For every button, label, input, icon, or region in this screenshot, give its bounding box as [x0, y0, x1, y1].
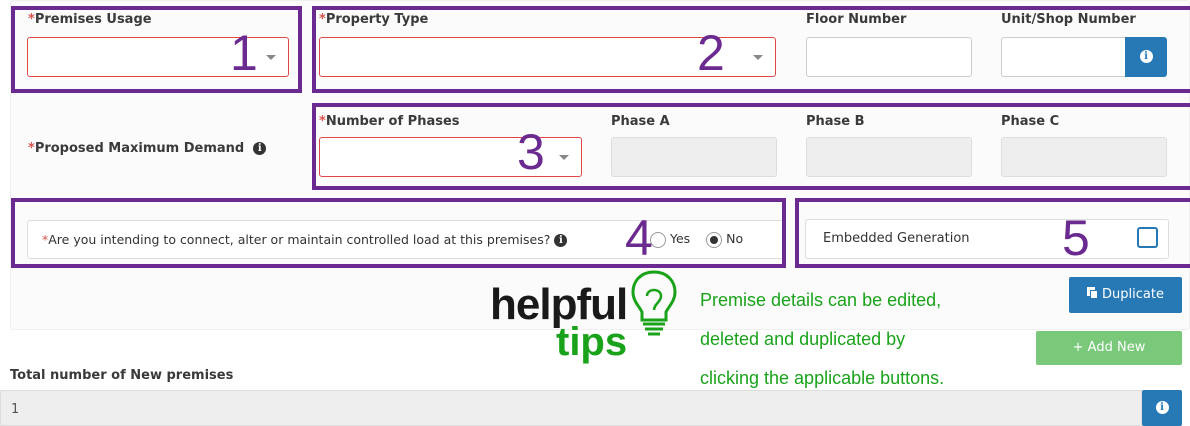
chevron-down-icon	[753, 55, 763, 60]
phase-a-label: Phase A	[611, 114, 670, 129]
annotation-number-5: 5	[1062, 210, 1090, 266]
radio-no[interactable]	[706, 231, 723, 248]
chevron-down-icon	[266, 55, 276, 60]
tip-line-1: Premise details can be edited,	[700, 290, 942, 310]
embedded-generation-checkbox[interactable]	[1137, 227, 1158, 248]
phase-c-input	[1001, 137, 1167, 177]
chevron-down-icon	[559, 155, 569, 160]
tips-logo-word: tips	[556, 320, 628, 364]
tip-line-3: clicking the applicable buttons.	[700, 368, 945, 388]
annotation-number-2: 2	[697, 25, 725, 81]
phase-c-label: Phase C	[1001, 114, 1060, 129]
unit-shop-number-input[interactable]	[1001, 37, 1126, 77]
annotation-number-4: 4	[625, 210, 653, 266]
copy-icon	[1087, 287, 1099, 299]
total-info-button[interactable]: i	[1142, 390, 1182, 426]
annotation-number-1: 1	[230, 25, 258, 81]
embedded-generation-label: Embedded Generation	[823, 231, 970, 246]
info-icon: i	[1155, 401, 1169, 414]
floor-number-input[interactable]	[806, 37, 972, 77]
duplicate-button[interactable]: Duplicate	[1069, 277, 1182, 313]
tip-line-2: deleted and duplicated by	[700, 329, 906, 349]
number-of-phases-label: *Number of Phases	[319, 114, 460, 129]
phase-b-label: Phase B	[806, 114, 865, 129]
radio-no-label: No	[726, 231, 744, 246]
premises-usage-label: *Premises Usage	[28, 12, 152, 27]
controlled-load-question: *Are you intending to connect, alter or …	[42, 232, 568, 247]
embedded-generation-box: Embedded Generation	[805, 219, 1169, 259]
phase-a-input	[611, 137, 777, 177]
floor-number-label: Floor Number	[806, 12, 907, 27]
total-new-premises-label: Total number of New premises	[10, 368, 234, 383]
proposed-max-demand-label: *Proposed Maximum Demand i	[28, 141, 267, 156]
unit-info-button[interactable]: i	[1125, 37, 1167, 77]
lightbulb-icon	[631, 270, 677, 336]
add-new-button[interactable]: + Add New	[1036, 331, 1182, 365]
controlled-load-box: *Are you intending to connect, alter or …	[27, 220, 785, 259]
info-icon[interactable]: i	[253, 142, 267, 155]
total-new-premises-input: 1	[0, 390, 1142, 426]
info-icon[interactable]: i	[554, 234, 568, 247]
controlled-load-options: Yes No	[650, 231, 743, 248]
phase-b-input	[806, 137, 972, 177]
annotation-number-3: 3	[517, 124, 545, 180]
info-icon: i	[1139, 50, 1153, 63]
unit-shop-number-label: Unit/Shop Number	[1001, 12, 1136, 27]
radio-yes-label: Yes	[669, 231, 691, 246]
property-type-label: *Property Type	[319, 12, 429, 27]
